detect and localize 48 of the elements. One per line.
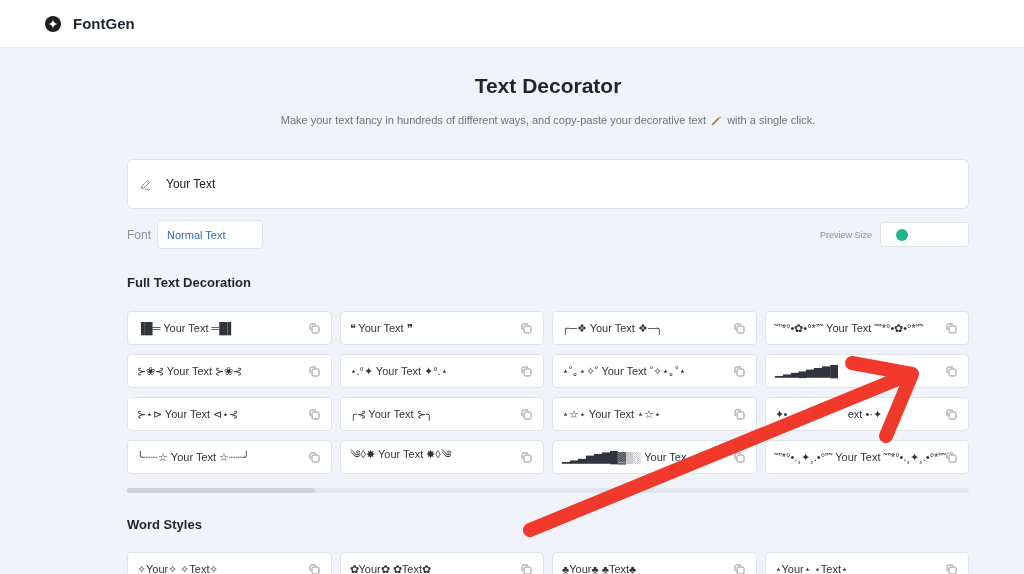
decorated-text: ╭─❖ Your Text ❖─╮: [562, 321, 663, 335]
style-card[interactable]: ⊱❀⊰ Your Text ⊱❀⊰: [127, 354, 332, 388]
style-card[interactable]: ⋆Your⋆ ⋆Text⋆: [764, 552, 969, 574]
decorated-text: ⋆˚｡⋆✧˚ Your Text ˚✧⋆｡˚⋆: [562, 364, 687, 378]
decorated-text: ✦•: [774, 407, 788, 421]
decorated-text: ▁▂▃▅▆▇█▓▒░ Your Tex: [562, 450, 687, 464]
decorated-text: ✿Your✿ ✿Text✿: [349, 562, 431, 574]
style-card[interactable]: ❝ Your Text ❞: [339, 311, 544, 345]
preview-size-label: Preview Size: [819, 229, 872, 240]
style-card[interactable]: ⋆.°✦ Your Text ✦°.⋆: [339, 354, 544, 388]
decorated-text: ༄◊✸ Your Text ✸◊༄: [349, 446, 452, 462]
style-card[interactable]: ˜”*°•.¸✦¸.•°”˜ Your Text ˜”*°•.¸✦¸.•°*”˜: [764, 440, 969, 474]
decorated-text: ❝ Your Text ❞: [349, 321, 413, 335]
decorated-text: ╰┈┈☆ Your Text ☆┈┈╯: [137, 450, 251, 464]
decorated-text: ˜”*°•.¸✦¸.•°”˜ Your Text ˜”*°•.¸✦¸.•°*”˜: [774, 450, 946, 464]
subtitle: with a single click.: [727, 114, 816, 126]
decorated-text: ⊱❀⊰ Your Text ⊱❀⊰: [137, 364, 243, 378]
brand-name[interactable]: FontGen: [73, 15, 135, 32]
style-card[interactable]: ✧Your✧ ✧Text✧: [127, 552, 332, 574]
style-card[interactable]: ♣Your♣ ♣Text♣: [552, 552, 757, 574]
decorated-text: ✧Your✧ ✧Text✧: [137, 562, 219, 574]
style-card[interactable]: ✿Your✿ ✿Text✿: [339, 552, 544, 574]
section-heading: Full Text Decoration: [127, 275, 252, 290]
style-card[interactable]: ╭⊰ Your Text ⊱╮: [339, 397, 544, 431]
decorated-text: ▁▂▃▄▅▆▇█: [774, 364, 839, 378]
decorated-text: ⋆.°✦ Your Text ✦°.⋆: [349, 364, 448, 378]
style-card[interactable]: ⋆☆⋆ Your Text ⋆☆⋆: [552, 397, 757, 431]
style-card[interactable]: ༄◊✸ Your Text ✸◊༄: [339, 440, 544, 474]
decorated-text: ♣Your♣ ♣Text♣: [562, 563, 637, 574]
text-input-field[interactable]: Your Text: [127, 159, 969, 209]
subtitle: Make your text fancy in hundreds of different ways, and copy-paste your decorative text: [280, 114, 707, 126]
decorated-text: ⋆Your⋆ ⋆Text⋆: [774, 562, 848, 574]
style-card[interactable]: ▐█═ Your Text ═█▌: [127, 311, 332, 345]
decorated-text: ext •·✦: [847, 407, 882, 421]
section-heading: Word Styles: [127, 517, 203, 532]
font-label: Font: [127, 227, 151, 242]
style-card[interactable]: ╰┈┈☆ Your Text ☆┈┈╯: [127, 440, 332, 474]
decorated-text: ˜”*°•✿•°*”˜ Your Text ˜”*°•✿•°*”˜: [774, 321, 924, 335]
decorated-text: ⊱⋆⊳ Your Text ⊲⋆⊰: [137, 407, 239, 421]
font-select[interactable]: Normal Text: [157, 220, 263, 249]
style-card[interactable]: ⋆˚｡⋆✧˚ Your Text ˚✧⋆｡˚⋆: [552, 354, 757, 388]
decorated-text: ⋆☆⋆ Your Text ⋆☆⋆: [562, 407, 662, 421]
decorated-text: ▐█═ Your Text ═█▌: [137, 322, 235, 334]
style-card[interactable]: ˜”*°•✿•°*”˜ Your Text ˜”*°•✿•°*”˜: [764, 311, 969, 345]
page-title: Text Decorator: [473, 74, 623, 98]
style-card[interactable]: ⊱⋆⊳ Your Text ⊲⋆⊰: [127, 397, 332, 431]
decorated-text: ╭⊰ Your Text ⊱╮: [349, 407, 433, 421]
style-card[interactable]: ╭─❖ Your Text ❖─╮: [552, 311, 757, 345]
